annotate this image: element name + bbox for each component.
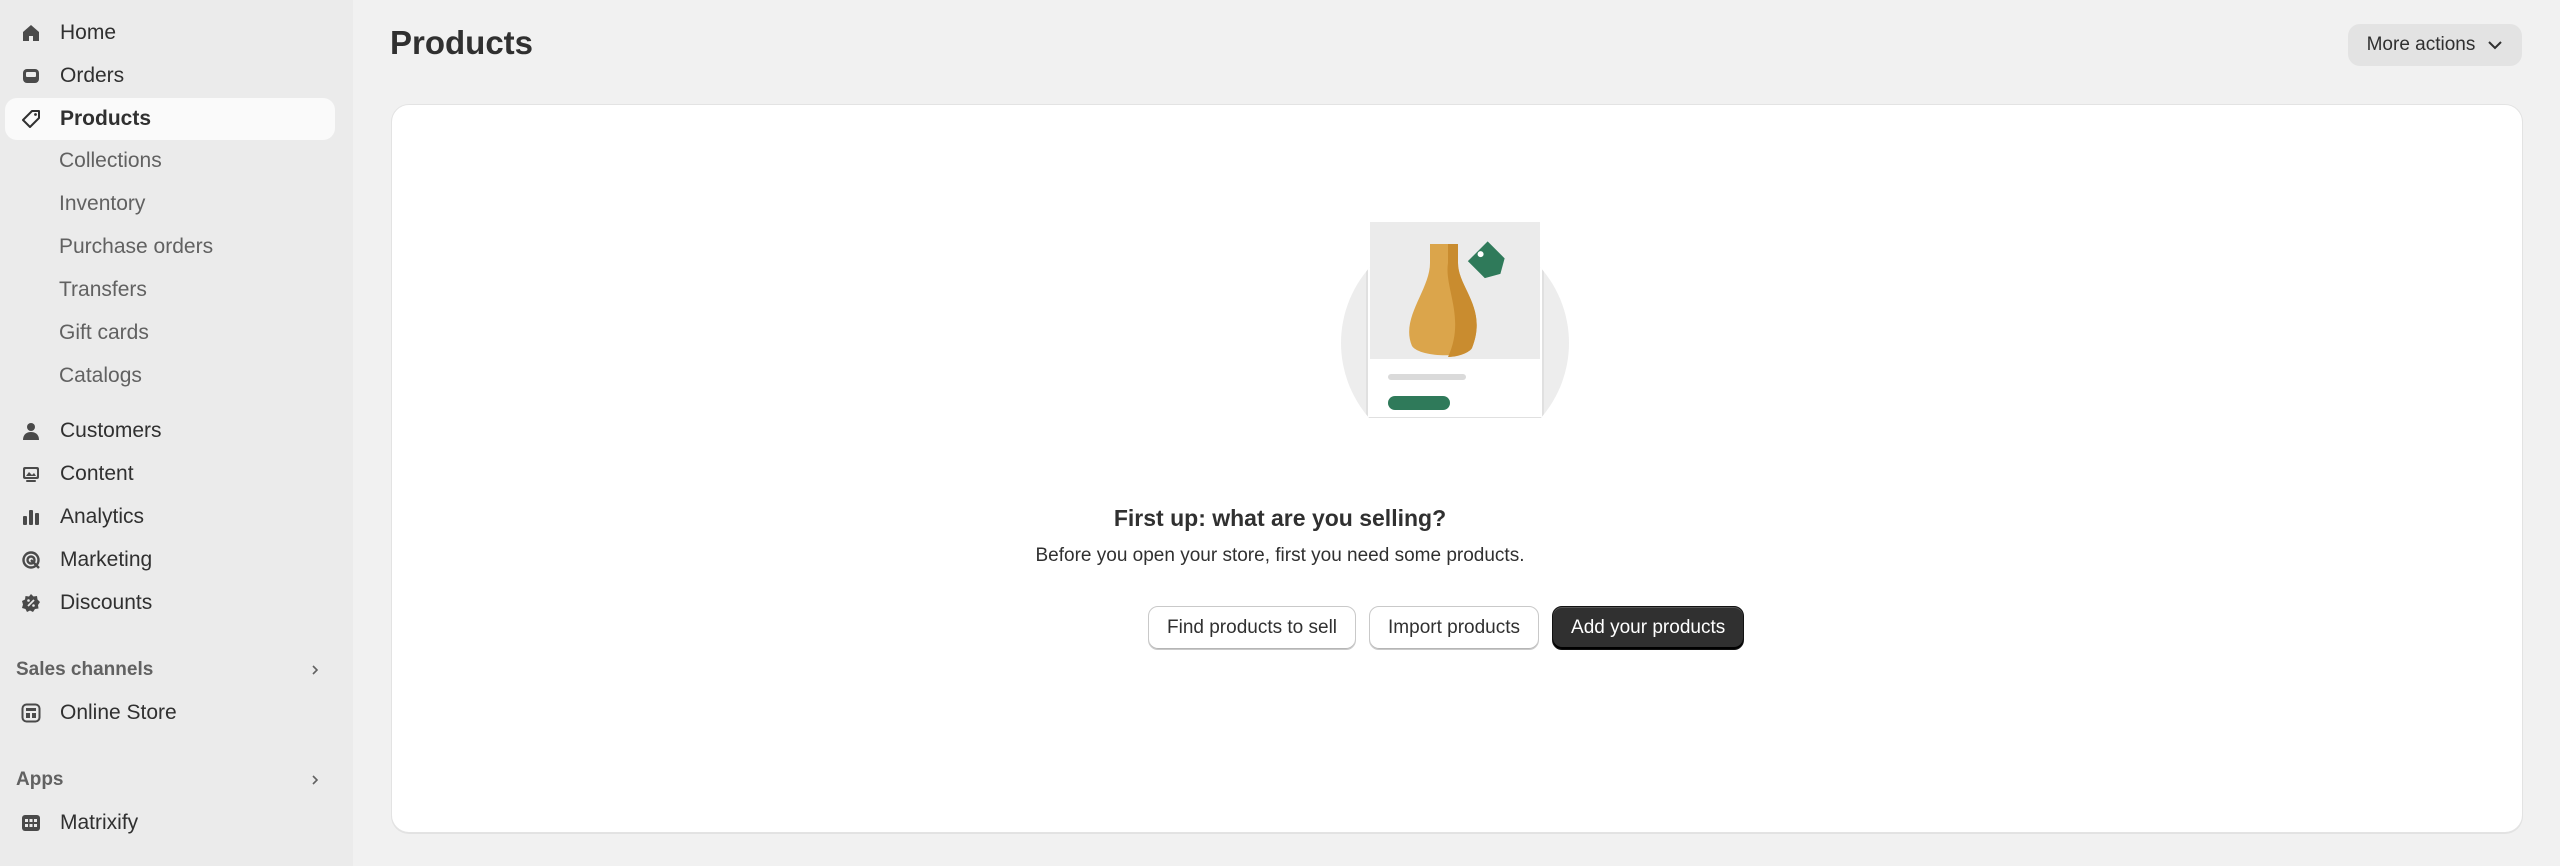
sidebar-subitem-label: Purchase orders [59,235,214,258]
inbox-icon [20,65,42,87]
empty-state-card [391,104,2523,833]
sidebar-subitem-gift-cards[interactable]: Gift cards [5,313,335,353]
sidebar-item-label: Matrixify [60,811,139,834]
apps-label: Apps [16,769,64,790]
sidebar-item-label: Customers [60,419,162,442]
sidebar-item-label: Online Store [60,701,177,724]
image-icon [20,463,42,485]
person-icon [20,420,42,442]
sidebar: Home Orders Products Collections Invento… [0,0,353,866]
sidebar-item-products[interactable]: Products [5,98,335,140]
store-icon [20,702,42,724]
sidebar-item-online-store[interactable]: Online Store [5,692,335,734]
sales-channels-header[interactable]: Sales channels [5,652,335,688]
sidebar-item-label: Home [60,21,117,44]
sidebar-item-customers[interactable]: Customers [5,410,335,452]
empty-state-actions: Find products to sell Import products Ad… [1148,606,1745,650]
sidebar-subitem-purchase-orders[interactable]: Purchase orders [5,227,335,267]
sidebar-subitem-label: Transfers [59,278,147,301]
sidebar-subitem-label: Inventory [59,192,146,215]
chevron-right-icon [307,772,323,788]
sidebar-item-label: Content [60,462,134,485]
empty-state-heading: First up: what are you selling? [1113,505,1447,531]
more-actions-button[interactable]: More actions [2348,24,2522,66]
sidebar-subitem-transfers[interactable]: Transfers [5,270,335,310]
import-products-button[interactable]: Import products [1369,606,1540,650]
more-actions-label: More actions [2366,34,2476,55]
chevron-right-icon [307,662,323,678]
sidebar-item-orders[interactable]: Orders [5,55,335,97]
sidebar-item-label: Orders [60,64,125,87]
sales-channels-label: Sales channels [16,659,154,680]
sidebar-subitem-catalogs[interactable]: Catalogs [5,356,335,396]
apps-header[interactable]: Apps [5,762,335,798]
tag-icon [20,108,42,130]
app-icon [20,812,42,834]
sidebar-item-content[interactable]: Content [5,453,335,495]
sidebar-subitem-label: Gift cards [59,321,149,344]
page-title: Products [390,24,534,61]
sidebar-item-label: Discounts [60,591,153,614]
sidebar-item-label: Products [60,107,152,130]
discount-icon [20,592,42,614]
sidebar-subitem-label: Catalogs [59,364,142,387]
find-products-button[interactable]: Find products to sell [1148,606,1357,650]
sidebar-item-matrixify[interactable]: Matrixify [5,802,335,844]
sidebar-subitem-label: Collections [59,149,162,172]
chevron-down-icon [2487,34,2503,56]
sidebar-item-discounts[interactable]: Discounts [5,582,335,624]
home-icon [20,22,42,44]
sidebar-subitem-collections[interactable]: Collections [5,141,335,181]
empty-state-illustration [1340,218,1570,457]
sidebar-subitem-inventory[interactable]: Inventory [5,184,335,224]
add-products-button[interactable]: Add your products [1552,606,1745,650]
sidebar-item-home[interactable]: Home [5,12,335,54]
empty-state-body: Before you open your store, first you ne… [1035,545,1525,566]
